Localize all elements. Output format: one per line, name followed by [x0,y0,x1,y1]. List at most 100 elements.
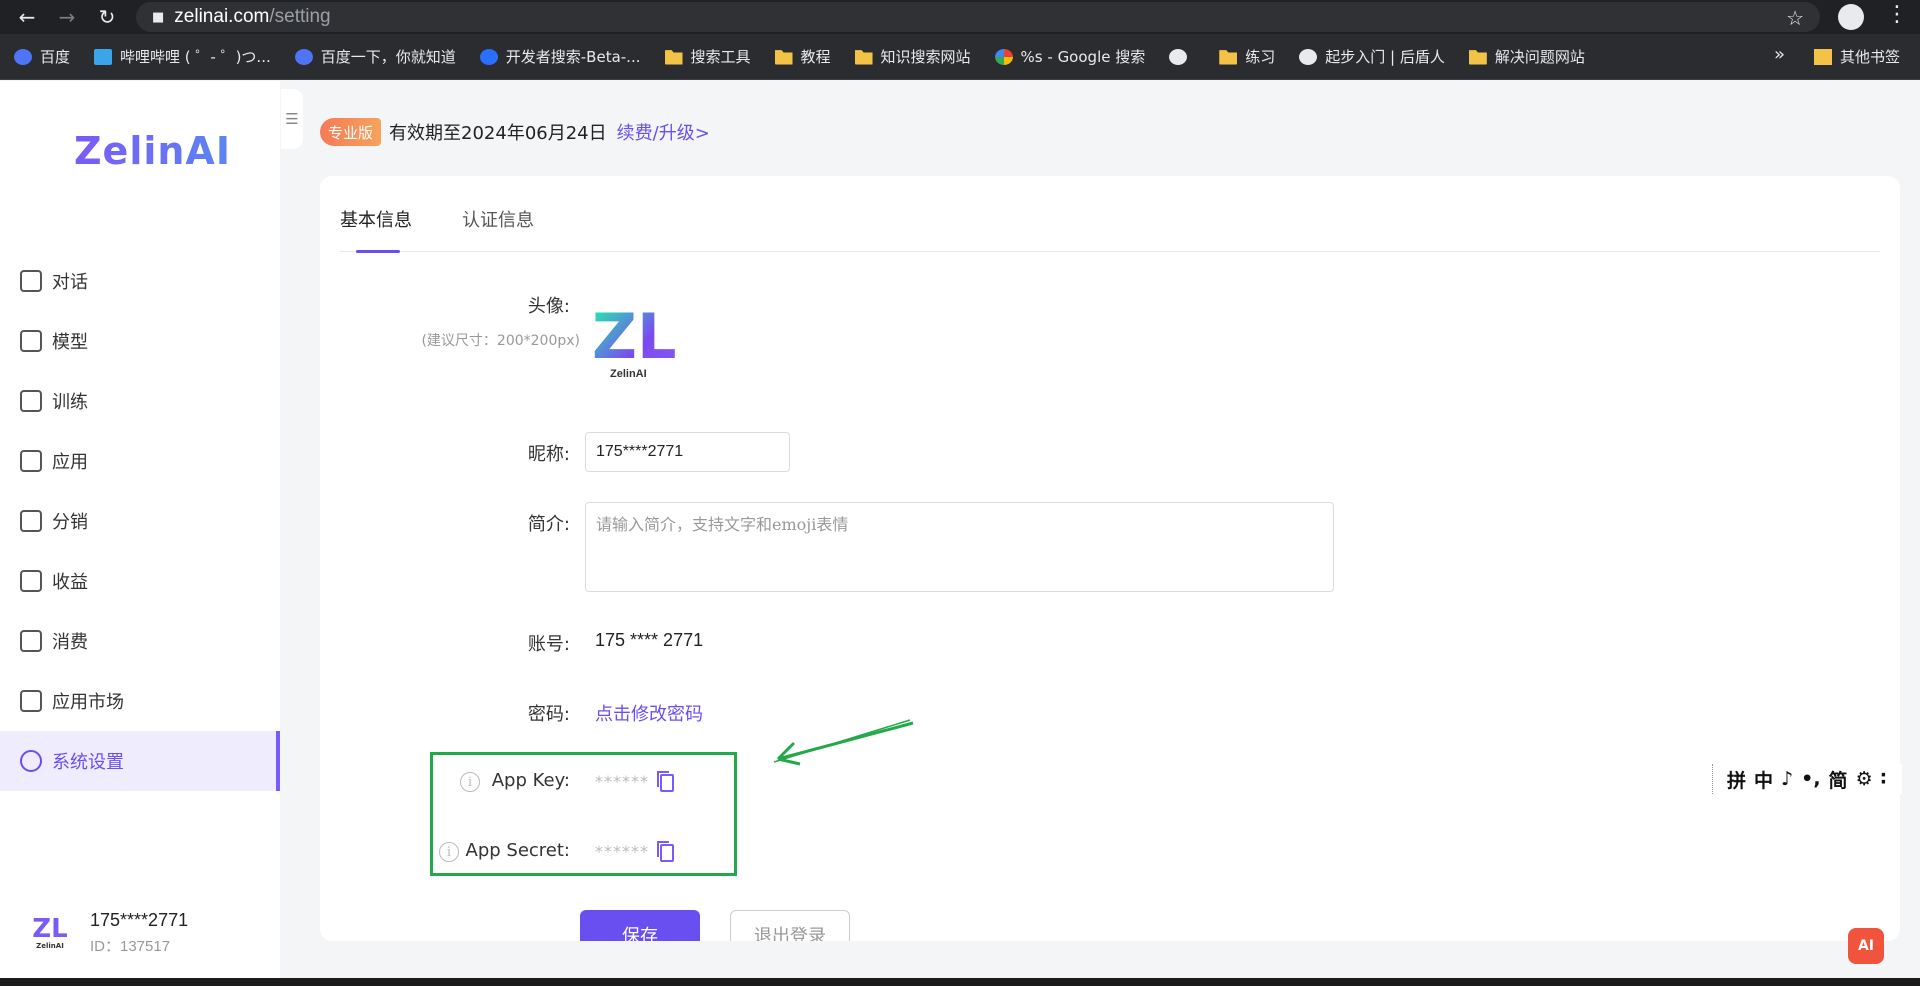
browser-toolbar: ← → ↻ ■ zelinai.com/setting ☆ ⋮ [0,0,1920,34]
save-button[interactable]: 保存 [580,910,700,941]
folder-icon [664,50,683,65]
change-password-link[interactable]: 点击修改密码 [595,700,703,726]
browser-menu-icon[interactable]: ⋮ [1886,2,1908,27]
folder-icon [854,50,873,65]
plan-info: 专业版 有效期至2024年06月24日 续费/升级> [320,118,710,146]
more-bookmarks-icon[interactable]: » [1774,44,1785,65]
forward-arrow-icon[interactable]: → [52,2,82,32]
cube-icon [20,330,42,352]
settings-tabs: 基本信息 认证信息 [340,206,1880,253]
sidebar: ZelinAI 对话 模型 训练 应用 分销 收益 消费 应用市场 系统设置 Z… [0,81,280,981]
paw-icon [14,48,32,65]
bookmark-tutorials[interactable]: 教程 [774,46,831,67]
bookmark-practice[interactable]: 练习 [1219,46,1275,67]
address-bar[interactable]: ■ zelinai.com/setting ☆ [136,2,1820,32]
plan-expiry: 有效期至2024年06月24日 [389,123,607,144]
bookmark-star-icon[interactable]: ☆ [1786,6,1804,30]
org-chart-icon [20,510,42,532]
account-value: 175 **** 2771 [595,630,704,650]
bilibili-icon [94,48,113,65]
bookmark-baidu[interactable]: 百度 [14,46,70,67]
copy-icon[interactable] [657,771,674,792]
avatar-size-hint: (建议尺寸：200*200px) [421,333,580,349]
sidebar-item-earnings[interactable]: 收益 [0,551,280,611]
bookmark-baidu-search[interactable]: 百度一下，你就知道 [294,46,456,67]
folder-icon [1468,50,1487,65]
renew-upgrade-link[interactable]: 续费/升级> [617,119,710,145]
user-id: ID：137517 [90,938,171,955]
bookmark-problem-sites[interactable]: 解决问题网站 [1468,46,1585,67]
password-label: 密码: [527,704,570,725]
ime-simplified-icon[interactable]: 简 [1829,766,1848,793]
app-key-value: ****** [595,772,649,791]
tab-basic-info[interactable]: 基本信息 [340,206,412,253]
app-secret-value: ****** [595,842,649,861]
annotation-arrow-icon [773,719,914,766]
google-icon [994,48,1013,65]
ime-more-icon[interactable]: ∶ [1881,768,1887,790]
sidebar-item-model[interactable]: 模型 [0,311,280,371]
ime-chinese-icon[interactable]: 中 [1754,766,1773,793]
ime-toolbar[interactable]: 拼 中 ♪ •, 简 ⚙ ∶ [1712,764,1902,794]
bookmark-dev-search[interactable]: 开发者搜索-Beta-... [479,46,641,67]
user-name: 175****2771 [90,910,189,930]
account-label: 账号: [527,634,570,655]
chat-bubble-icon [20,270,42,292]
plan-badge: 专业版 [320,118,382,146]
bookmark-search-tools[interactable]: 搜索工具 [664,46,751,67]
ime-punct-icon[interactable]: •, [1801,768,1820,790]
bookmark-houdunren[interactable]: 起步入门 | 后盾人 [1299,46,1445,67]
folder-icon [1814,48,1832,65]
sidebar-menu: 对话 模型 训练 应用 分销 收益 消费 应用市场 系统设置 [0,251,280,791]
brain-icon [20,390,42,412]
profile-icon[interactable] [1838,4,1864,30]
ime-moon-icon[interactable]: ♪ [1781,768,1793,790]
app-key-label: App Key: [491,770,570,791]
lock-icon: ■ [152,9,165,25]
folder-icon [1219,50,1238,65]
tab-auth-info[interactable]: 认证信息 [462,206,534,252]
copy-icon[interactable] [657,841,674,862]
other-bookmarks[interactable]: 其他书签 [1814,46,1900,67]
app-logo[interactable]: ZelinAI [74,129,231,173]
profile-avatar-upload[interactable]: ZL ZelinAI [592,306,692,390]
bookmark-bilibili[interactable]: 哔哩哔哩 ( ゜- ゜)つ... [94,46,271,67]
bookmarks-bar: 百度 哔哩哔哩 ( ゜- ゜)つ... 百度一下，你就知道 开发者搜索-Beta… [0,34,1920,80]
gear-icon [20,750,42,772]
user-profile[interactable]: ZL ZelinAI 175****2771 ID：137517 [24,907,188,959]
intro-label: 简介: [527,514,570,535]
sidebar-item-chat[interactable]: 对话 [0,251,280,311]
coins-icon [20,570,42,592]
ime-pinyin-icon[interactable]: 拼 [1727,766,1746,793]
nickname-input[interactable] [585,432,790,472]
sidebar-item-train[interactable]: 训练 [0,371,280,431]
settings-card: 基本信息 认证信息 头像: (建议尺寸：200*200px) ZL ZelinA… [320,176,1900,941]
logout-button[interactable]: 退出登录 [730,910,850,941]
folder-icon [774,50,793,65]
ai-assistant-button[interactable]: AI [1848,928,1884,964]
sidebar-item-settings[interactable]: 系统设置 [0,731,280,791]
taskbar-strip [0,978,1920,986]
globe-icon [1299,48,1318,65]
dev-search-icon [479,48,498,65]
back-arrow-icon[interactable]: ← [12,2,42,32]
nickname-label: 昵称: [527,444,570,465]
layers-icon [20,450,42,472]
sidebar-item-app-market[interactable]: 应用市场 [0,671,280,731]
paw-icon [294,48,313,65]
sidebar-item-apps[interactable]: 应用 [0,431,280,491]
globe-icon [1169,48,1188,65]
sidebar-item-distribution[interactable]: 分销 [0,491,280,551]
sidebar-item-consumption[interactable]: 消费 [0,611,280,671]
avatar-label: 头像: [527,296,570,317]
bookmark-google-search[interactable]: %s - Google 搜索 [994,46,1145,67]
receipt-icon [20,630,42,652]
intro-textarea[interactable] [585,502,1334,592]
store-icon [20,690,42,712]
reload-icon[interactable]: ↻ [92,2,122,32]
bookmark-knowledge-sites[interactable]: 知识搜索网站 [854,46,971,67]
ime-settings-icon[interactable]: ⚙ [1856,768,1873,790]
bookmark-globe[interactable] [1169,48,1195,65]
avatar: ZL ZelinAI [32,914,68,950]
collapse-sidebar-icon[interactable]: ☰ [281,89,303,149]
